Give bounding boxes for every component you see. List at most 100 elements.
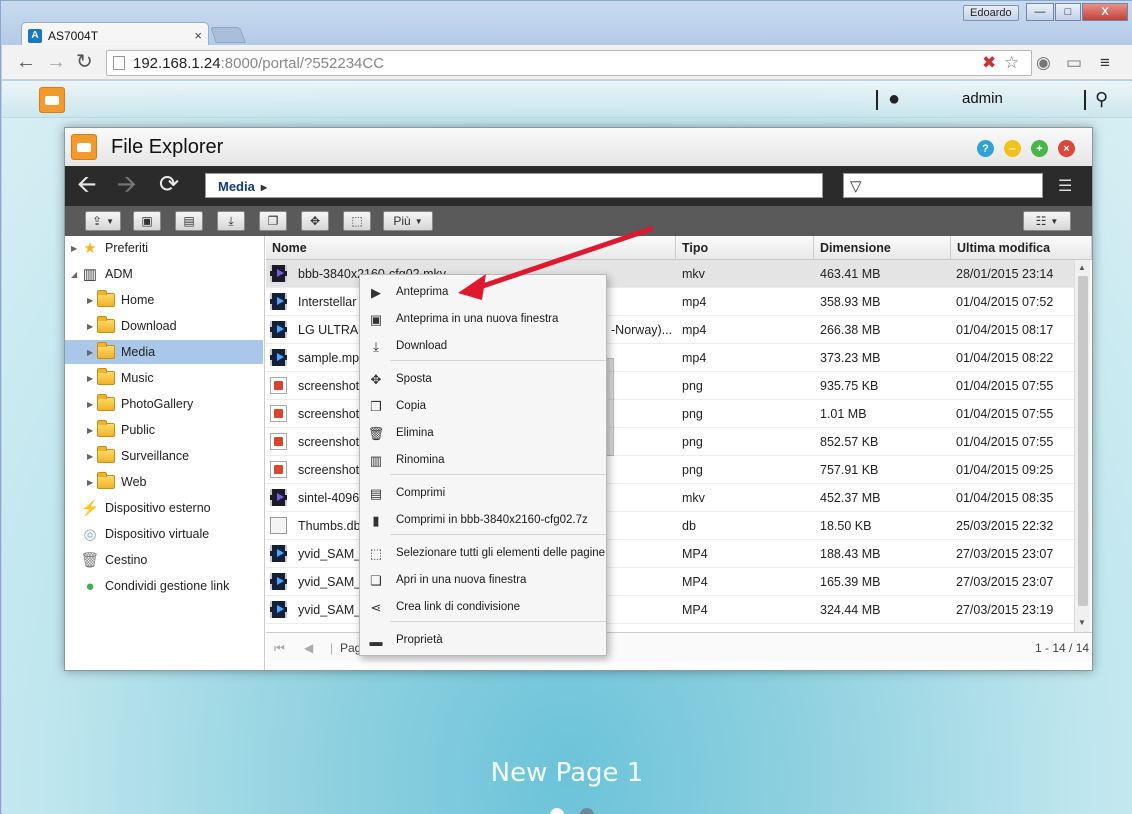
file-type: MP4 (682, 575, 708, 589)
tab-close-icon[interactable]: × (194, 28, 202, 43)
minimize-icon[interactable]: – (1004, 140, 1021, 157)
move-icon[interactable]: ✥ (301, 211, 329, 231)
server-icon: ▥ (82, 266, 98, 283)
column-header-type[interactable]: Tipo (676, 236, 814, 260)
profile-badge[interactable]: Edoardo (963, 5, 1019, 21)
menu-item-comprimi[interactable]: ▤ Comprimi (360, 481, 606, 506)
minimize-button[interactable]: — (1026, 3, 1054, 21)
new-folder-icon[interactable]: ▣ (133, 211, 161, 231)
video-mp4-icon (270, 545, 287, 562)
column-header-size[interactable]: Dimensione (814, 236, 951, 260)
tree-item-trash[interactable]: 🗑 Cestino (80, 548, 261, 572)
menu-icon[interactable]: ≡ (1100, 53, 1110, 73)
bookmark-star-icon[interactable]: ☆ (1004, 53, 1019, 73)
menu-item-label: Selezionare tutti gli elementi delle pag… (396, 547, 606, 559)
scroll-down-icon[interactable]: ▼ (1078, 618, 1086, 627)
adm-topbar: ● admin ⚲ (2, 81, 1132, 118)
folder-move-icon[interactable]: ▤ (175, 211, 203, 231)
usb-icon: ⚡ (80, 500, 100, 517)
page-dot[interactable] (580, 808, 594, 814)
vertical-scrollbar[interactable]: ▲ ▼ (1074, 260, 1090, 632)
tree-item-download[interactable]: ▶ Download (87, 314, 261, 338)
view-options-icon[interactable]: ☰ (1058, 176, 1072, 196)
tree-item-share-links[interactable]: ● Condividi gestione link (81, 574, 261, 598)
tree-item-home[interactable]: ▶ Home (87, 288, 261, 312)
download-icon[interactable]: ⤓ (217, 211, 245, 231)
menu-item-apri-in-una-nuova-finestra[interactable]: ❏ Apri in una nuova finestra (360, 568, 606, 593)
tree-item-music[interactable]: ▶ Music (87, 366, 261, 390)
explorer-toolbar: ⇪ ▼ ▣ ▤ ⤓ ❐ ✥ ⬚ Più ▼ ☷ ▼ (65, 206, 1092, 236)
tree-item-surveillance[interactable]: ▶ Surveillance (87, 444, 261, 468)
forward-arrow-icon[interactable]: → (46, 52, 66, 72)
browser-tab[interactable]: A AS7004T × (21, 22, 209, 45)
tree-item-preferiti[interactable]: ▶ ★ Preferiti (71, 236, 261, 260)
page-dot-active[interactable] (550, 808, 564, 814)
menu-item-selezionare-tutti-gli-elementi-delle-pagine[interactable]: ⬚ Selezionare tutti gli elementi delle pa… (360, 541, 606, 566)
file-modified: 27/03/2015 23:07 (956, 575, 1054, 589)
scroll-up-icon[interactable]: ▲ (1078, 263, 1086, 272)
tree-item-web[interactable]: ▶ Web (87, 470, 261, 494)
breadcrumb-item-media[interactable]: Media (218, 179, 255, 194)
user-icon[interactable]: ● (888, 88, 900, 111)
tree-item-public[interactable]: ▶ Public (87, 418, 261, 442)
file-size: 358.93 MB (820, 295, 881, 309)
select-all-icon[interactable]: ⬚ (343, 211, 371, 231)
address-bar[interactable]: 192.168.1.24 :8000/portal/?552234CC (106, 50, 1032, 76)
divider: | (330, 641, 334, 655)
maximize-button[interactable]: □ (1055, 3, 1081, 21)
url-path: :8000/portal/?552234CC (220, 54, 385, 72)
help-icon[interactable]: ? (977, 140, 994, 157)
menu-item-sposta[interactable]: ✥ Sposta (360, 367, 606, 392)
first-page-icon[interactable]: ⏮ (274, 641, 285, 656)
menu-item-elimina[interactable]: 🗑 Elimina (360, 421, 606, 446)
menu-item-comprimi-in-bbb-3840x2160-cfg02-7z[interactable]: ▮ Comprimi in bbb-3840x2160-cfg02.7z (360, 508, 606, 533)
tree-item-photogallery[interactable]: ▶ PhotoGallery (87, 392, 261, 416)
breadcrumb[interactable]: Media ▶ (205, 173, 823, 198)
back-arrow-icon[interactable]: ← (16, 52, 36, 72)
tree-item-adm[interactable]: ◢ ▥ ADM (71, 262, 261, 286)
refresh-icon[interactable]: ⟳ (159, 173, 179, 197)
menu-item-copia[interactable]: ❐ Copia (360, 394, 606, 419)
filter-input[interactable]: ▽ (843, 173, 1043, 198)
menu-item-propriet[interactable]: ▬ Proprietà (360, 628, 606, 653)
window-title: File Explorer (111, 136, 224, 158)
file-modified: 01/04/2015 07:55 (956, 407, 1054, 421)
scroll-thumb[interactable] (1078, 276, 1088, 606)
menu-item-crea-link-di-condivisione[interactable]: ⋖ Crea link di condivisione (360, 595, 606, 620)
menu-item-anteprima-in-una-nuova-finestra[interactable]: ▣ Anteprima in una nuova finestra (360, 307, 606, 332)
tree-item-external-device[interactable]: ⚡ Dispositivo esterno (81, 496, 261, 520)
blocked-content-icon[interactable]: ✖ (982, 53, 996, 73)
new-tab-button[interactable] (210, 27, 246, 43)
more-button[interactable]: Più ▼ (383, 211, 433, 231)
tab-strip: A AS7004T × Edoardo — □ X (1, 1, 1132, 45)
menu-item-download[interactable]: ⤓ Download (360, 334, 606, 359)
reload-icon[interactable]: ↻ (76, 52, 93, 72)
file-size: 935.75 KB (820, 379, 879, 393)
menu-item-anteprima[interactable]: ▶ Anteprima (360, 280, 606, 305)
column-header-modified[interactable]: Ultima modifica (951, 236, 1092, 260)
cast-icon[interactable]: ▭ (1066, 53, 1082, 73)
prev-page-icon[interactable]: ◀ (304, 641, 313, 655)
tree-label: Home (121, 293, 155, 307)
column-header-name[interactable]: Nome (266, 236, 676, 260)
user-name[interactable]: admin (962, 90, 1003, 107)
view-mode-button[interactable]: ☷ ▼ (1023, 211, 1071, 231)
menu-separator (390, 474, 606, 475)
tree-item-virtual-device[interactable]: ◎ Dispositivo virtuale (81, 522, 261, 546)
upload-button[interactable]: ⇪ ▼ (85, 211, 121, 231)
menu-item-rinomina[interactable]: ▥ Rinomina (360, 448, 606, 473)
file-type: png (682, 463, 703, 477)
forward-arrow-icon[interactable]: 🡪 (117, 173, 137, 197)
search-icon[interactable]: ⚲ (1095, 89, 1108, 110)
page-icon (113, 56, 125, 70)
copy-icon[interactable]: ❐ (259, 211, 287, 231)
close-icon[interactable]: × (1058, 140, 1075, 157)
close-window-button[interactable]: X (1082, 3, 1128, 21)
maximize-icon[interactable]: + (1031, 140, 1048, 157)
back-arrow-icon[interactable]: 🡨 (77, 173, 97, 197)
extension-icon[interactable]: ◉ (1036, 53, 1051, 73)
image-png-icon (270, 461, 287, 478)
adm-logo-icon[interactable] (39, 87, 65, 113)
tree-item-media[interactable]: ▶ Media (65, 340, 263, 364)
file-type: png (682, 379, 703, 393)
